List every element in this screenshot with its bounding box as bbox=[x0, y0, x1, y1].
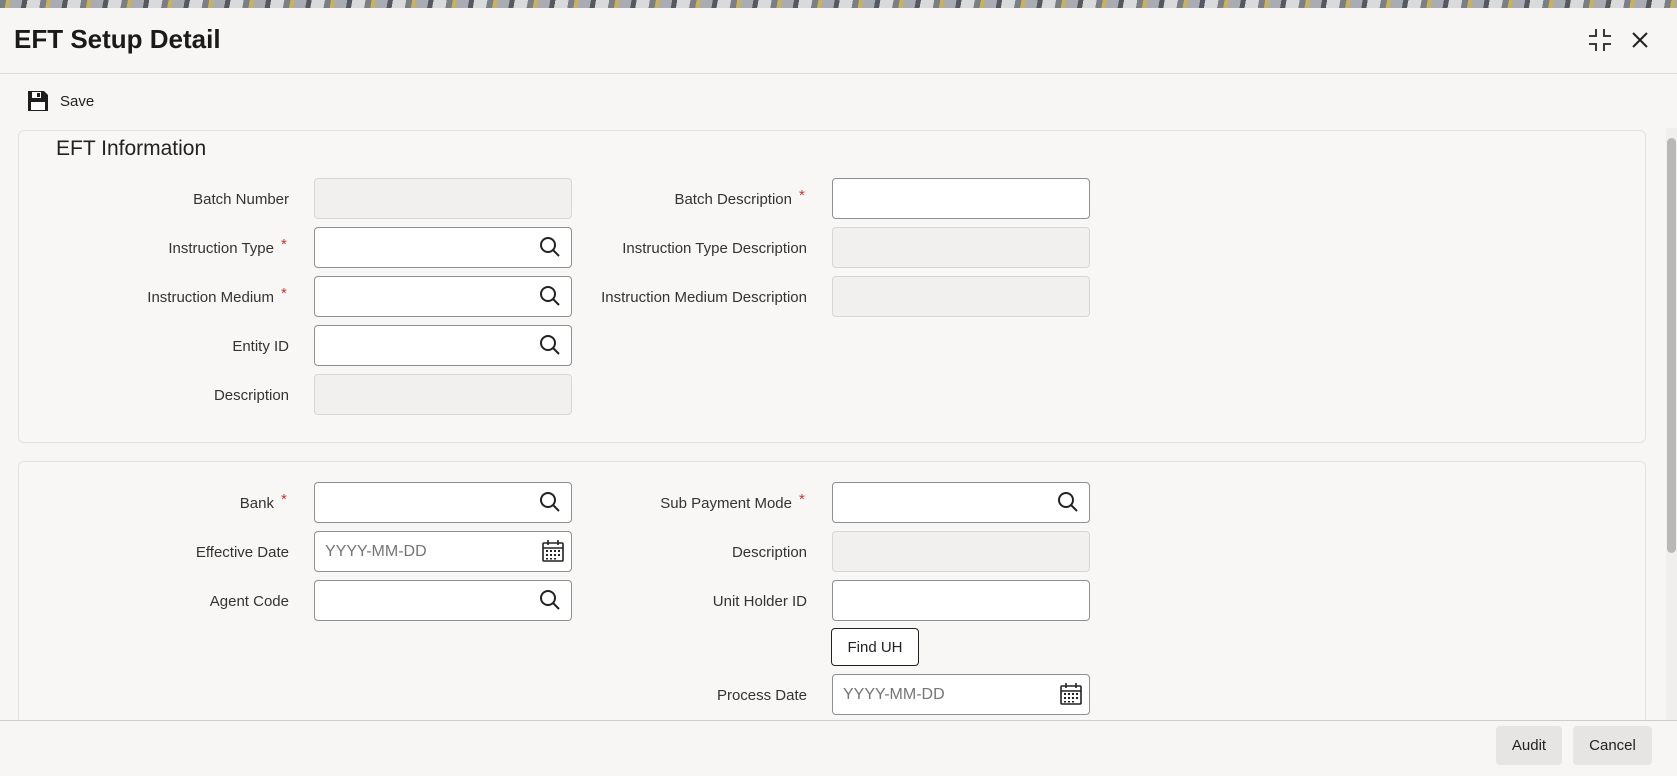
entity-id-input[interactable] bbox=[314, 325, 572, 366]
footer-divider bbox=[0, 720, 1677, 721]
instruction-type-input[interactable] bbox=[314, 227, 572, 268]
header-banner bbox=[0, 0, 1677, 8]
effective-date-input[interactable] bbox=[314, 531, 572, 572]
required-marker: * bbox=[281, 491, 287, 508]
batch-description-input[interactable] bbox=[832, 178, 1090, 219]
required-marker: * bbox=[799, 491, 805, 508]
audit-button[interactable]: Audit bbox=[1496, 726, 1562, 765]
sub-payment-description-label: Description bbox=[731, 544, 807, 561]
search-icon[interactable] bbox=[537, 283, 563, 309]
unit-holder-id-input[interactable] bbox=[832, 580, 1090, 621]
scrollbar-thumb[interactable] bbox=[1667, 138, 1676, 553]
batch-number-label: Batch Number bbox=[193, 191, 289, 208]
agent-code-label: Agent Code bbox=[209, 593, 289, 610]
effective-date-label: Effective Date bbox=[195, 544, 289, 561]
instruction-medium-description-field bbox=[832, 276, 1090, 317]
process-date-label: Process Date bbox=[716, 687, 807, 704]
instruction-type-description-label: Instruction Type Description bbox=[622, 240, 807, 257]
entity-description-field bbox=[314, 374, 572, 415]
required-marker: * bbox=[281, 236, 287, 253]
process-date-input[interactable] bbox=[832, 674, 1090, 715]
save-label: Save bbox=[60, 92, 95, 110]
instruction-medium-input[interactable] bbox=[314, 276, 572, 317]
unit-holder-id-label: Unit Holder ID bbox=[712, 593, 807, 610]
find-uh-button[interactable]: Find UH bbox=[831, 628, 919, 666]
instruction-type-label: Instruction Type bbox=[168, 240, 274, 257]
calendar-icon[interactable] bbox=[540, 538, 566, 564]
instruction-medium-description-label: Instruction Medium Description bbox=[601, 289, 807, 306]
cancel-button[interactable]: Cancel bbox=[1573, 726, 1652, 765]
search-icon[interactable] bbox=[1055, 489, 1081, 515]
instruction-medium-label: Instruction Medium bbox=[147, 289, 274, 306]
save-button[interactable]: Save bbox=[26, 89, 94, 113]
required-marker: * bbox=[799, 187, 805, 204]
bank-label: Bank bbox=[239, 495, 274, 512]
page-title: EFT Setup Detail bbox=[14, 24, 221, 54]
calendar-icon[interactable] bbox=[1058, 681, 1084, 707]
sub-payment-mode-label: Sub Payment Mode bbox=[660, 495, 792, 512]
section-title-eft-information: EFT Information bbox=[56, 137, 207, 160]
required-marker: * bbox=[281, 285, 287, 302]
title-divider bbox=[0, 73, 1677, 74]
agent-code-input[interactable] bbox=[314, 580, 572, 621]
footer-bar bbox=[0, 721, 1677, 776]
description-label: Description bbox=[213, 387, 289, 404]
batch-description-label: Batch Description bbox=[674, 191, 792, 208]
entity-id-label: Entity ID bbox=[232, 338, 289, 355]
floppy-disk-icon bbox=[28, 91, 48, 111]
search-icon[interactable] bbox=[537, 587, 563, 613]
sub-payment-description-field bbox=[832, 531, 1090, 572]
batch-number-field bbox=[314, 178, 572, 219]
close-icon[interactable] bbox=[1626, 26, 1654, 54]
search-icon[interactable] bbox=[537, 234, 563, 260]
collapse-icon[interactable] bbox=[1586, 26, 1614, 54]
bank-input[interactable] bbox=[314, 482, 572, 523]
search-icon[interactable] bbox=[537, 489, 563, 515]
sub-payment-mode-input[interactable] bbox=[832, 482, 1090, 523]
instruction-type-description-field bbox=[832, 227, 1090, 268]
search-icon[interactable] bbox=[537, 332, 563, 358]
